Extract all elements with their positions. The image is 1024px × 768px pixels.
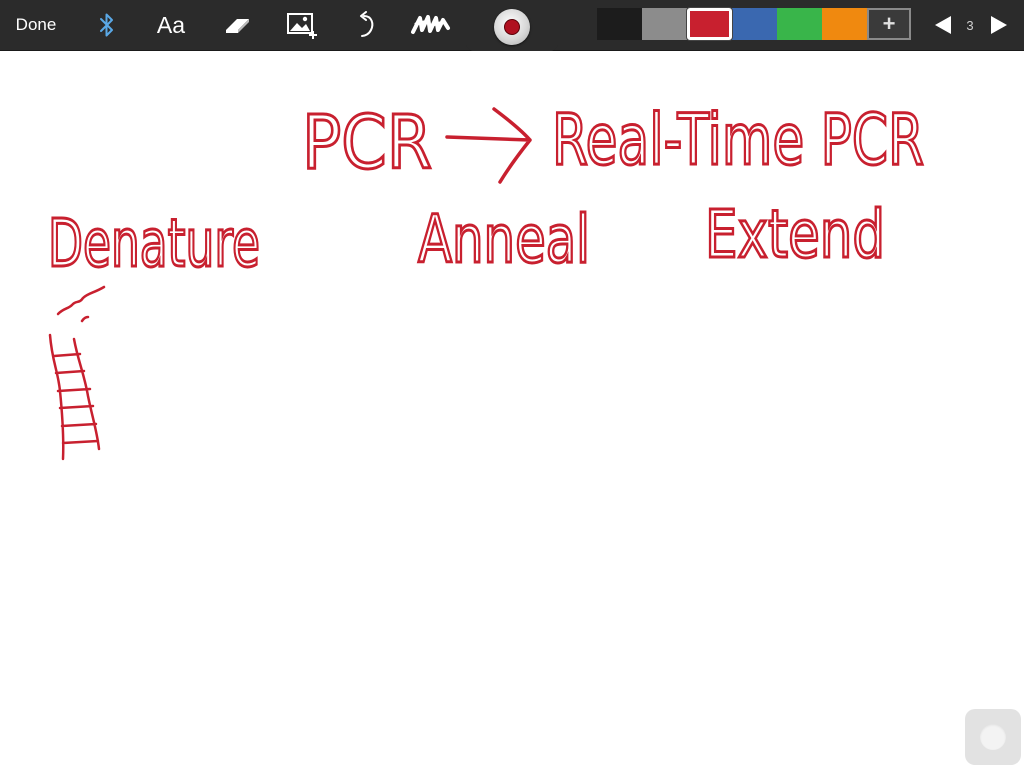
record-icon [504, 19, 520, 35]
undo-icon [360, 11, 374, 37]
handwriting-arrow [445, 107, 532, 184]
bluetooth-icon [100, 13, 113, 37]
text-tool-button[interactable]: Aa [150, 8, 192, 42]
undo-button[interactable] [350, 8, 384, 42]
done-button[interactable]: Done [8, 10, 64, 40]
add-image-icon [287, 13, 317, 39]
color-swatch-orange[interactable] [822, 8, 867, 40]
pen-tool-button[interactable] [408, 8, 454, 42]
previous-page-button[interactable] [930, 10, 956, 40]
eraser-icon [226, 19, 249, 33]
scroll-handle-knob [980, 724, 1006, 750]
record-button[interactable] [494, 9, 530, 45]
color-swatch-red[interactable] [687, 8, 732, 40]
bluetooth-button[interactable] [92, 10, 122, 40]
triangle-right-icon [991, 16, 1007, 34]
handwriting-dna-ladder [48, 333, 101, 461]
pen-stroke-icon [411, 15, 450, 34]
handwriting-pcr: PCR [302, 100, 432, 186]
ink-strokes: PCR Real-Time PCR Denature Anneal Extend [47, 98, 926, 461]
add-image-button[interactable] [282, 8, 322, 42]
color-palette: + [597, 8, 911, 40]
color-swatch-black[interactable] [597, 8, 642, 40]
page-number: 3 [966, 17, 974, 33]
eraser-button[interactable] [220, 10, 256, 40]
drawing-canvas[interactable]: PCR Real-Time PCR Denature Anneal Extend [0, 51, 1024, 768]
next-page-button[interactable] [986, 10, 1012, 40]
color-swatch-green[interactable] [777, 8, 822, 40]
handwriting-denature: Denature [48, 205, 260, 282]
handwriting-squiggle [56, 285, 106, 323]
toolbar: Done Aa + 3 [0, 0, 1024, 58]
handwriting-extend: Extend [705, 196, 885, 273]
scroll-handle[interactable] [965, 709, 1021, 765]
color-swatch-blue[interactable] [732, 8, 777, 40]
triangle-left-icon [935, 16, 951, 34]
color-swatch-gray[interactable] [642, 8, 687, 40]
handwriting-layer: PCR Real-Time PCR Denature Anneal Extend [47, 98, 926, 461]
add-color-button[interactable]: + [867, 8, 911, 40]
handwriting-real-time-pcr: Real-Time PCR [552, 99, 924, 181]
handwriting-anneal: Anneal [418, 201, 590, 278]
